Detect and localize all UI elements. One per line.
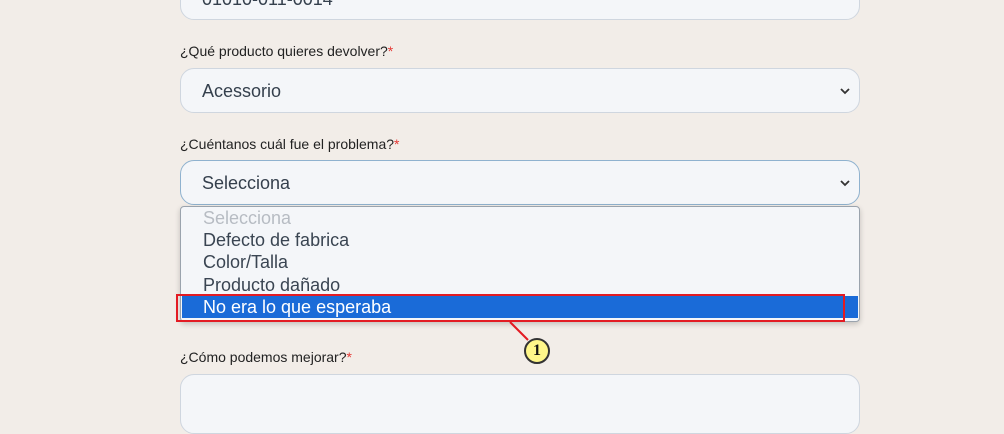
annotation-connector-line: [509, 321, 529, 341]
annotation-marker: 1: [524, 338, 550, 364]
